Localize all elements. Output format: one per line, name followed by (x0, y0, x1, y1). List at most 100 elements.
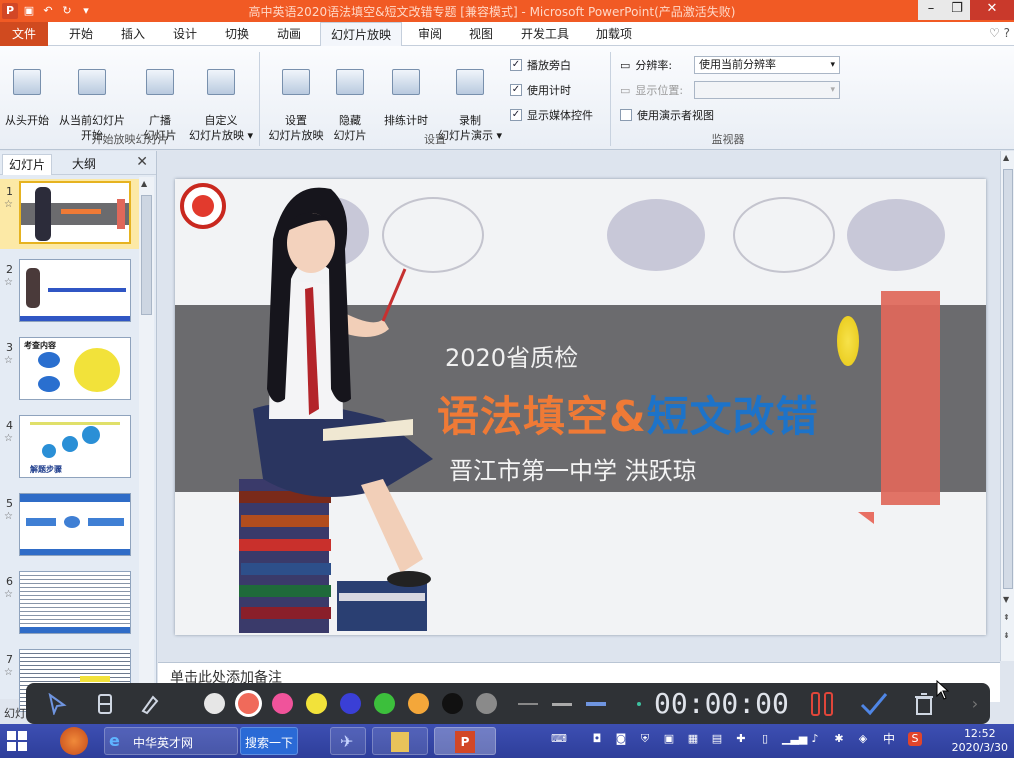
taskbar-browser-button[interactable]: e 中华英才网 (104, 727, 238, 755)
custom-slideshow-button[interactable]: 自定义 幻灯片放映 ▾ (188, 54, 254, 143)
scroll-thumb[interactable] (1003, 169, 1013, 589)
scroll-thumb[interactable] (141, 195, 152, 315)
line-width-thin[interactable] (518, 703, 538, 705)
save-icon[interactable]: ▣ (21, 3, 37, 19)
tray-app-icon[interactable]: ◙ (614, 732, 628, 746)
customize-qat-icon[interactable]: ▾ (78, 3, 94, 19)
scroll-up-icon[interactable]: ▲ (141, 179, 147, 188)
chevron-right-icon[interactable]: › (964, 683, 986, 724)
slide-thumbnail-6[interactable]: 6 ☆ (0, 569, 140, 639)
play-narrations-checkbox[interactable]: ✓ 播放旁白 (510, 57, 571, 73)
tab-slides[interactable]: 幻灯片 (2, 154, 53, 175)
ribbon: 从头开始 从当前幻灯片 开始 广播 幻灯片 自定义 幻灯片放映 ▾ 开始放映幻灯… (0, 46, 1014, 150)
tab-transitions[interactable]: 切换 (216, 22, 258, 46)
pointer-tool-icon[interactable] (42, 683, 72, 724)
minimize-button[interactable]: – (918, 0, 944, 20)
presenter-view-checkbox[interactable]: 使用演示者视图 (620, 107, 714, 123)
resolution-dropdown[interactable]: 使用当前分辨率 ▾ (694, 56, 840, 74)
redo-icon[interactable]: ↻ (59, 3, 75, 19)
slide-thumbnail-5[interactable]: 5 ☆ (0, 491, 140, 561)
custom-slideshow-icon (207, 69, 235, 95)
tray-app-icon[interactable]: ◘ (590, 732, 604, 746)
start-button[interactable] (6, 726, 36, 756)
color-swatch[interactable] (306, 693, 327, 714)
from-current-slide-button[interactable]: 从当前幻灯片 开始 (54, 54, 130, 143)
slide-thumbnail-4[interactable]: 4 ☆ 解题步骤 (0, 413, 140, 483)
plus-icon[interactable]: ✚ (734, 732, 748, 746)
shield-icon[interactable]: ⛨ (638, 732, 652, 746)
taskbar-app-powerpoint[interactable]: P (434, 727, 496, 755)
pause-icon[interactable] (806, 683, 838, 724)
from-beginning-button[interactable]: 从头开始 (2, 54, 52, 128)
sogou-icon[interactable]: S (908, 732, 922, 746)
tab-addins[interactable]: 加载项 (588, 22, 640, 46)
display-on-dropdown[interactable]: ▾ (694, 81, 840, 99)
tab-outline[interactable]: 大纲 (66, 154, 102, 175)
slide-year-line[interactable]: 2020省质检 (445, 338, 578, 373)
slide-thumbnail-1[interactable]: 1 ☆ (0, 179, 140, 249)
taskbar-app-folder[interactable] (372, 727, 428, 755)
show-media-controls-checkbox[interactable]: ✓ 显示媒体控件 (510, 107, 593, 123)
eraser-tool-icon[interactable] (92, 683, 118, 724)
system-clock[interactable]: 12:52 2020/3/30 (952, 727, 1008, 755)
signal-icon[interactable]: ▁▃▅ (782, 732, 807, 746)
taskbar-app-bird[interactable]: ✈ (330, 727, 366, 755)
current-slide[interactable]: 2020省质检 语法填空&短文改错 晋江市第一中学 洪跃琼 (175, 179, 986, 635)
pen-tool-icon[interactable] (136, 683, 162, 724)
tab-design[interactable]: 设计 (164, 22, 206, 46)
slide-thumbnail-3[interactable]: 3 ☆ 考查内容 (0, 335, 140, 405)
previous-slide-icon[interactable]: ⇞ (1003, 613, 1010, 622)
color-swatch[interactable] (408, 693, 429, 714)
maximize-button[interactable]: ❐ (944, 0, 970, 20)
slide-thumbnail-2[interactable]: 2 ☆ (0, 257, 140, 327)
scroll-down-icon[interactable]: ▼ (1003, 595, 1009, 604)
slide-number: 7 (6, 653, 13, 666)
volume-icon[interactable]: ♪ (808, 732, 822, 746)
use-timings-checkbox[interactable]: ✓ 使用计时 (510, 82, 571, 98)
color-swatch[interactable] (442, 693, 463, 714)
taskbar-search-button[interactable]: 搜索一下 (240, 727, 298, 755)
close-panel-icon[interactable]: ✕ (136, 154, 148, 170)
recording-timer: 00:00:00 (654, 687, 789, 720)
color-swatch[interactable] (272, 693, 293, 714)
tab-home[interactable]: 开始 (60, 22, 102, 46)
tab-developer[interactable]: 开发工具 (514, 22, 576, 46)
tab-insert[interactable]: 插入 (112, 22, 154, 46)
tab-view[interactable]: 视图 (460, 22, 502, 46)
line-width-medium[interactable] (552, 703, 572, 706)
ime-indicator[interactable]: 中 (882, 732, 896, 746)
tray-app-icon[interactable]: ▤ (710, 732, 724, 746)
color-swatch[interactable] (204, 693, 225, 714)
next-slide-icon[interactable]: ⇟ (1003, 631, 1010, 640)
slide-scrollbar[interactable]: ▲ ▼ ⇞ ⇟ (1000, 151, 1014, 661)
setup-slideshow-button[interactable]: 设置 幻灯片放映 (264, 54, 328, 143)
record-slideshow-button[interactable]: 录制 幻灯片演示 ▾ (434, 54, 506, 143)
tray-app-icon[interactable]: ▦ (686, 732, 700, 746)
bluetooth-icon[interactable]: ✱ (832, 732, 846, 746)
hide-slide-button[interactable]: 隐藏 幻灯片 (330, 54, 370, 143)
app-icon[interactable] (60, 726, 100, 756)
check-icon[interactable] (858, 683, 890, 724)
tray-app-icon[interactable]: ▣ (662, 732, 676, 746)
color-swatch[interactable] (340, 693, 361, 714)
close-button[interactable]: ✕ (970, 0, 1014, 20)
tab-slideshow[interactable]: 幻灯片放映 (320, 22, 402, 47)
help-icon[interactable]: ♡ ? (989, 26, 1010, 40)
slide-title[interactable]: 语法填空&短文改错 (437, 383, 819, 444)
network-icon[interactable]: ◈ (856, 732, 870, 746)
color-swatch[interactable] (374, 693, 395, 714)
tab-review[interactable]: 审阅 (410, 22, 450, 46)
tab-animations[interactable]: 动画 (268, 22, 310, 46)
color-swatch[interactable] (476, 693, 497, 714)
broadcast-slideshow-button[interactable]: 广播 幻灯片 (138, 54, 182, 143)
keyboard-icon[interactable]: ⌨ (544, 732, 574, 746)
battery-icon[interactable]: ▯ (758, 732, 772, 746)
rehearse-timings-button[interactable]: 排练计时 (378, 54, 434, 128)
undo-icon[interactable]: ↶ (40, 3, 56, 19)
scroll-up-icon[interactable]: ▲ (1003, 153, 1009, 162)
line-width-thick[interactable] (586, 702, 606, 706)
color-swatch[interactable] (238, 693, 259, 714)
tab-file[interactable]: 文件 (0, 22, 48, 46)
slide-school-line[interactable]: 晋江市第一中学 洪跃琼 (449, 451, 697, 486)
thumbnail-scrollbar[interactable]: ▲ (139, 177, 154, 697)
